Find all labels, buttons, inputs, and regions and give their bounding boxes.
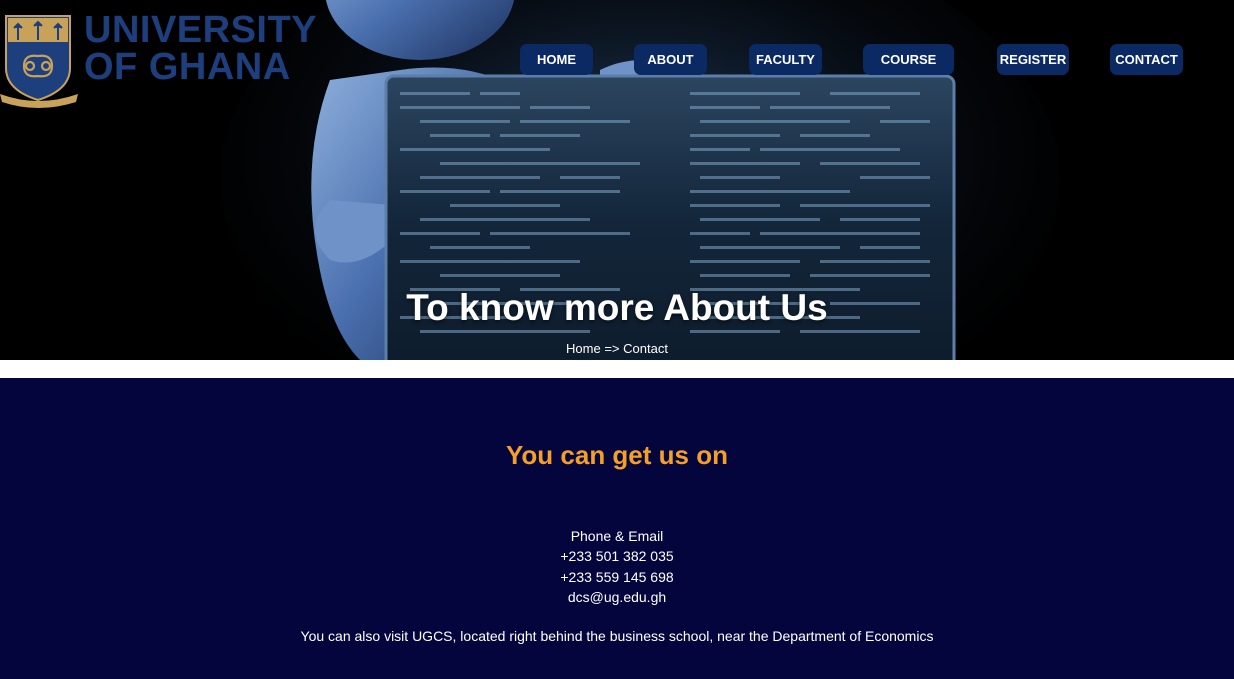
brand-line-1: UNIVERSITY [84, 9, 318, 51]
page-title: To know more About Us [406, 287, 828, 328]
breadcrumb: Home => Contact [566, 341, 668, 356]
phone-number-2: +233 559 145 698 [560, 568, 674, 585]
email-address: dcs@ug.edu.gh [567, 588, 667, 605]
contact-section: You can get us on Phone & Email +233 501… [0, 378, 1234, 679]
nav-about-button[interactable]: ABOUT [634, 44, 707, 75]
contact-heading: You can get us on [506, 440, 728, 470]
nav-faculty-button[interactable]: FACULTY [749, 44, 822, 75]
nav-course-button[interactable]: COURSE [863, 44, 954, 75]
contact-label: Phone & Email [570, 528, 664, 544]
nav-register-button[interactable]: REGISTER [997, 44, 1069, 75]
hero-banner: UNIVERSITY OF GHANA HOME ABOUT FACULTY C… [0, 0, 1234, 360]
visit-location-text: You can also visit UGCS, located right b… [300, 628, 934, 644]
university-logo[interactable]: UNIVERSITY OF GHANA [0, 8, 320, 108]
nav-home-button[interactable]: HOME [520, 44, 593, 75]
nav-contact-button[interactable]: CONTACT [1110, 44, 1183, 75]
university-crest-icon [0, 15, 78, 108]
phone-number-1: +233 501 382 035 [560, 548, 674, 565]
brand-line-2: OF GHANA [84, 46, 291, 88]
university-name: UNIVERSITY OF GHANA [84, 9, 318, 88]
contact-details: Phone & Email +233 501 382 035 +233 559 … [0, 526, 1234, 607]
